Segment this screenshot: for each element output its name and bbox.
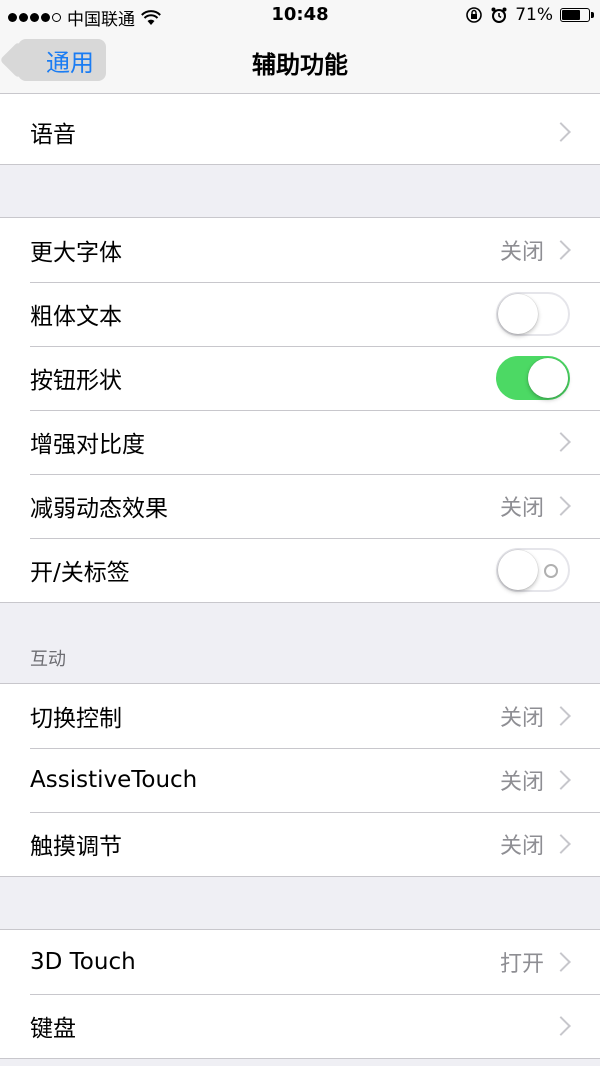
bold-text-toggle[interactable] xyxy=(496,292,570,336)
settings-list: 语音 更大字体 关闭 粗体文本 按钮形状 增强对比度 减弱动态效果 关闭 开/关… xyxy=(0,94,600,1059)
settings-group-display: 更大字体 关闭 粗体文本 按钮形状 增强对比度 减弱动态效果 关闭 开/关标签 xyxy=(0,217,600,603)
chevron-right-icon xyxy=(551,706,571,726)
row-value: 打开 xyxy=(499,952,544,977)
alarm-clock-icon xyxy=(491,7,507,23)
chevron-right-icon xyxy=(551,496,571,516)
battery-percentage: 71% xyxy=(515,5,553,25)
row-label: 语音 xyxy=(30,122,76,148)
row-button-shapes: 按钮形状 xyxy=(0,346,600,410)
settings-group-speech: 语音 xyxy=(0,100,600,165)
on-off-labels-toggle[interactable] xyxy=(496,548,570,592)
row-label: 触摸调节 xyxy=(30,834,122,860)
row-label: 增强对比度 xyxy=(30,432,145,458)
row-label: 切换控制 xyxy=(30,706,122,732)
settings-group-touch: 3D Touch 打开 键盘 xyxy=(0,929,600,1059)
row-label: 3D Touch xyxy=(30,949,136,975)
row-label: 开/关标签 xyxy=(30,560,130,586)
chevron-right-icon xyxy=(551,952,571,972)
row-label: 减弱动态效果 xyxy=(30,496,168,522)
row-value: 关闭 xyxy=(499,834,544,859)
row-value: 关闭 xyxy=(499,496,544,521)
chevron-right-icon xyxy=(551,122,571,142)
status-right: 71% xyxy=(465,5,594,25)
settings-group-interaction: 切换控制 关闭 AssistiveTouch 关闭 触摸调节 关闭 xyxy=(0,683,600,877)
navigation-bar: 通用 辅助功能 xyxy=(0,30,600,94)
row-assistivetouch[interactable]: AssistiveTouch 关闭 xyxy=(0,748,600,812)
off-circle-icon xyxy=(544,564,558,578)
row-label: 键盘 xyxy=(30,1016,76,1042)
row-label: 按钮形状 xyxy=(30,368,122,394)
row-value: 关闭 xyxy=(499,770,544,795)
page-title: 辅助功能 xyxy=(252,51,348,79)
row-keyboard[interactable]: 键盘 xyxy=(0,994,600,1058)
row-label: 粗体文本 xyxy=(30,304,122,330)
row-larger-text[interactable]: 更大字体 关闭 xyxy=(0,218,600,282)
row-on-off-labels: 开/关标签 xyxy=(0,538,600,602)
section-header-interaction: 互动 xyxy=(0,603,600,683)
row-value: 关闭 xyxy=(499,240,544,265)
row-label: AssistiveTouch xyxy=(30,767,198,793)
row-value: 关闭 xyxy=(499,706,544,731)
row-increase-contrast[interactable]: 增强对比度 xyxy=(0,410,600,474)
chevron-right-icon xyxy=(551,432,571,452)
battery-level xyxy=(562,10,580,20)
row-label: 更大字体 xyxy=(30,240,122,266)
row-speech[interactable]: 语音 xyxy=(0,100,600,164)
button-shapes-toggle[interactable] xyxy=(496,356,570,400)
row-reduce-motion[interactable]: 减弱动态效果 关闭 xyxy=(0,474,600,538)
row-switch-control[interactable]: 切换控制 关闭 xyxy=(0,684,600,748)
orientation-lock-icon xyxy=(466,7,483,23)
row-touch-accommodations[interactable]: 触摸调节 关闭 xyxy=(0,812,600,876)
chevron-right-icon xyxy=(551,240,571,260)
row-3d-touch[interactable]: 3D Touch 打开 xyxy=(0,930,600,994)
status-bar: 中国联通 10:48 71% xyxy=(0,0,600,30)
battery-icon xyxy=(560,8,594,22)
chevron-right-icon xyxy=(551,770,571,790)
row-bold-text: 粗体文本 xyxy=(0,282,600,346)
section-header-label: 互动 xyxy=(30,649,66,670)
chevron-right-icon xyxy=(551,1016,571,1036)
chevron-right-icon xyxy=(551,834,571,854)
